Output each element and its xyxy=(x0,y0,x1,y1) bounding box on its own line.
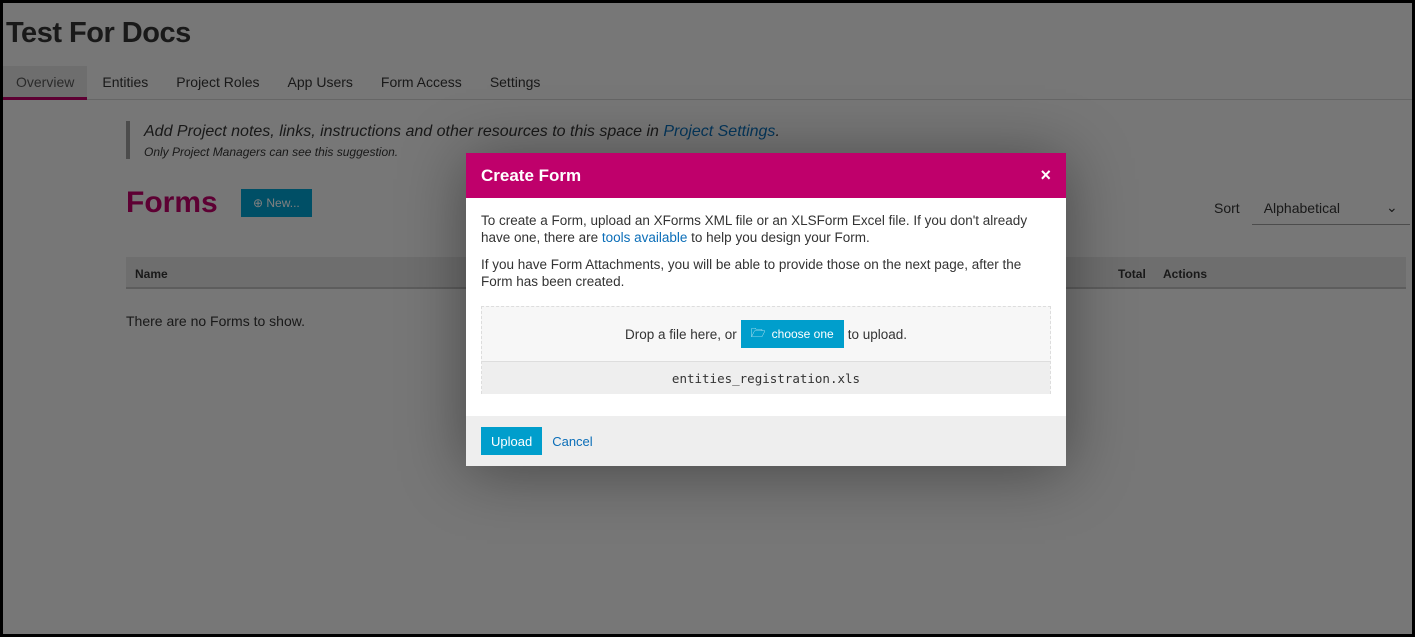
upload-button[interactable]: Upload xyxy=(481,427,543,455)
drop-text-end: to upload. xyxy=(847,326,908,342)
modal-body: To create a Form, upload an XForms XML f… xyxy=(466,198,1066,394)
create-form-modal: Create Form × To create a Form, upload a… xyxy=(466,153,1066,466)
modal-title: Create Form xyxy=(481,165,582,185)
attachments-paragraph: If you have Form Attachments, you will b… xyxy=(481,257,1022,289)
cancel-link[interactable]: Cancel xyxy=(552,434,592,449)
choose-label: choose one xyxy=(771,327,834,341)
intro-paragraph: To create a Form, upload an XForms XML f… xyxy=(481,212,1051,246)
choose-file-button[interactable]: 🗁 choose one xyxy=(740,320,844,348)
selected-filename: entities_registration.xls xyxy=(482,361,1050,394)
tools-available-link[interactable]: tools available xyxy=(602,230,688,245)
modal-header: Create Form × xyxy=(466,153,1066,198)
folder-open-icon: 🗁 xyxy=(750,325,766,340)
close-icon[interactable]: × xyxy=(1040,165,1051,186)
file-dropzone[interactable]: Drop a file here, or 🗁 choose one to uplo… xyxy=(481,306,1051,394)
page: Test For Docs Overview Entities Project … xyxy=(3,3,1412,634)
modal-footer: Upload Cancel xyxy=(466,416,1066,466)
intro-text-end: to help you design your Form. xyxy=(687,230,870,245)
drop-text: Drop a file here, or xyxy=(624,326,737,342)
